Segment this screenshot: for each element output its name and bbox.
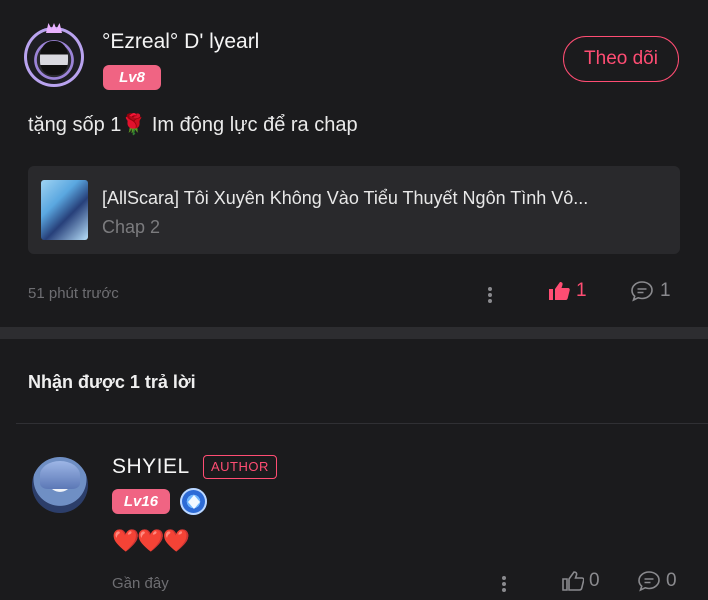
verified-badge-icon: [180, 488, 207, 515]
comment-bubble-icon: [637, 570, 661, 592]
like-button[interactable]: 1: [548, 280, 587, 302]
reply-username[interactable]: SHYIEL: [112, 455, 190, 479]
avatar-portrait: [40, 41, 68, 75]
thumbs-up-icon: [562, 571, 584, 591]
reply-like-button[interactable]: 0: [562, 570, 600, 592]
avatar-portrait: [40, 461, 80, 489]
thumbs-up-icon: [548, 281, 570, 301]
story-chapter: Chap 2: [102, 217, 161, 237]
story-link-card[interactable]: [AllScara] Tôi Xuyên Không Vào Tiểu Thuy…: [28, 166, 680, 254]
more-options-icon[interactable]: [498, 572, 510, 596]
author-badge: AUTHOR: [203, 455, 277, 479]
follow-button[interactable]: Theo dõi: [563, 36, 679, 82]
reply-count: 1: [660, 280, 671, 301]
replies-heading: Nhận được 1 trả lời: [28, 372, 196, 392]
reply-text: ❤️❤️❤️: [112, 528, 190, 553]
reply-like-count: 0: [589, 570, 600, 591]
reply-level-badge: Lv16: [112, 489, 170, 514]
commenter-avatar[interactable]: [24, 23, 84, 87]
more-options-icon[interactable]: [484, 283, 496, 307]
commenter-username[interactable]: °Ezreal° D' lyearl: [102, 30, 259, 54]
reply-reply-button[interactable]: 0: [637, 570, 677, 592]
avatar-crown-frame: [46, 23, 62, 33]
like-count: 1: [576, 280, 587, 301]
comment-bubble-icon: [630, 280, 654, 302]
reply-button[interactable]: 1: [630, 280, 671, 302]
reply-author-avatar[interactable]: [32, 457, 88, 513]
reply-timestamp: Gần đây: [112, 575, 169, 592]
story-thumbnail: [41, 180, 88, 240]
comment-timestamp: 51 phút trước: [28, 285, 119, 302]
divider: [16, 423, 708, 424]
section-divider: [0, 327, 708, 339]
reply-reply-count: 0: [666, 570, 677, 591]
level-badge: Lv8: [103, 65, 161, 90]
story-title: [AllScara] Tôi Xuyên Không Vào Tiểu Thuy…: [102, 188, 589, 208]
comment-text: tặng sốp 1🌹 Im động lực để ra chap: [28, 114, 358, 136]
